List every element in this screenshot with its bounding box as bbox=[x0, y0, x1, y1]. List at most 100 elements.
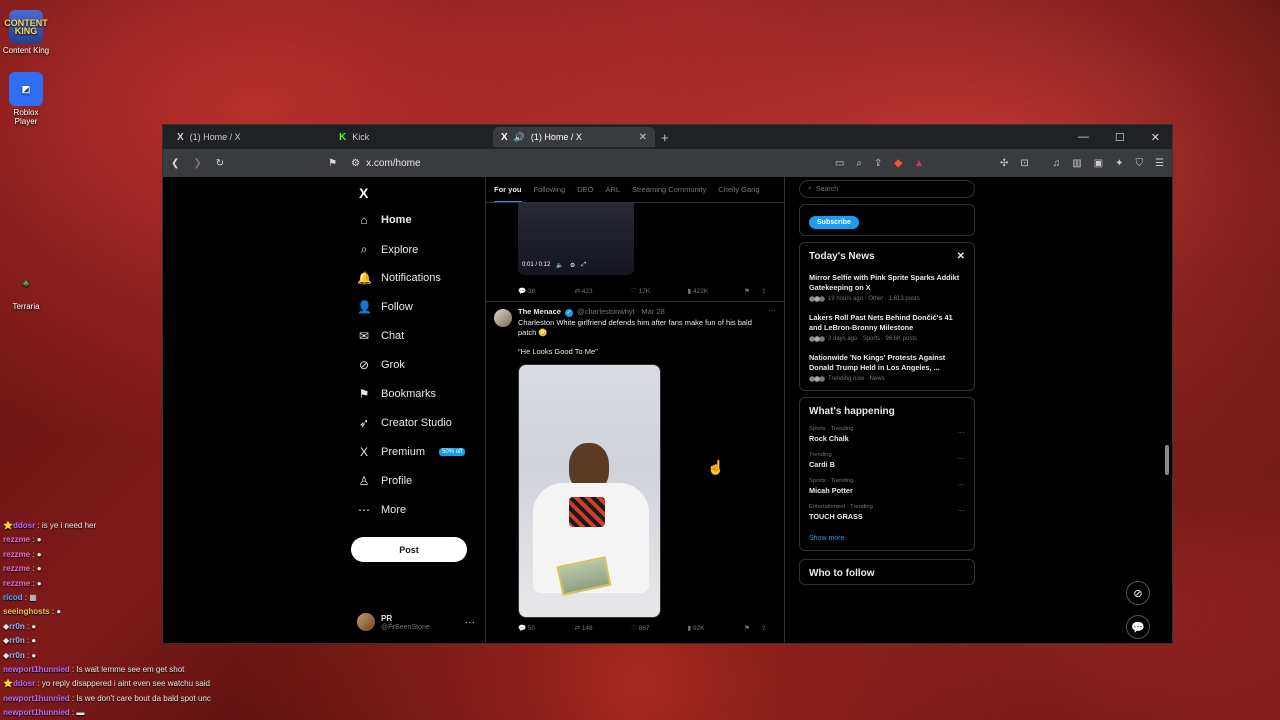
back-icon[interactable]: ❮ bbox=[171, 158, 179, 169]
share-icon[interactable]: ⇪ bbox=[874, 158, 882, 169]
nav-follow[interactable]: 👤 Follow bbox=[357, 300, 413, 314]
chat-username[interactable]: rr0n bbox=[9, 622, 25, 631]
tab-arl[interactable]: ARL bbox=[605, 185, 620, 194]
browser-tab-kick[interactable]: K Kick bbox=[331, 127, 493, 147]
more-icon[interactable]: ··· bbox=[465, 617, 475, 628]
repost-button[interactable]: ⇄ 148 bbox=[575, 624, 632, 632]
leo-ai-icon[interactable]: ✦ bbox=[1115, 158, 1123, 169]
bookmark-icon[interactable]: ⚑ bbox=[744, 287, 761, 295]
tab-following[interactable]: Following bbox=[534, 185, 566, 194]
more-icon[interactable]: ··· bbox=[957, 480, 965, 489]
scrollbar[interactable] bbox=[1164, 177, 1170, 643]
desktop-icon-terraria[interactable]: ♣ Terraria bbox=[2, 266, 50, 311]
more-icon[interactable]: ··· bbox=[768, 306, 776, 315]
tab-chelly-gang[interactable]: Chelly Gang bbox=[718, 185, 759, 194]
messages-button[interactable]: 💬 bbox=[1126, 615, 1150, 639]
news-item[interactable]: Nationwide 'No Kings' Protests Against D… bbox=[809, 353, 965, 382]
chat-username[interactable]: newport1hunnied bbox=[3, 708, 70, 717]
volume-icon[interactable]: 🔈 bbox=[556, 262, 563, 269]
nav-premium[interactable]: X Premium 50% off bbox=[357, 445, 466, 459]
chat-username[interactable]: rezzme bbox=[3, 550, 30, 559]
fullscreen-icon[interactable]: ⤢ bbox=[581, 262, 586, 269]
extensions-icon[interactable]: ✣ bbox=[1000, 158, 1008, 169]
site-info-icon[interactable]: ⚙ bbox=[351, 158, 360, 169]
tweet-author[interactable]: The Menace bbox=[518, 307, 561, 316]
chat-username[interactable]: ddosr bbox=[13, 679, 35, 688]
sidebar-icon[interactable]: ▥ bbox=[1072, 158, 1081, 169]
views-button[interactable]: ▮ 92K bbox=[688, 624, 745, 632]
chat-username[interactable]: rr0n bbox=[9, 636, 25, 645]
reload-icon[interactable]: ↻ bbox=[216, 158, 224, 169]
nav-notifications[interactable]: 🔔 Notifications bbox=[357, 271, 441, 285]
tweet-video[interactable] bbox=[518, 364, 661, 618]
tab-for-you[interactable]: For you bbox=[494, 185, 522, 202]
trend-item[interactable]: Trending Cardi B ··· bbox=[809, 452, 965, 469]
chat-username[interactable]: newport1hunnied bbox=[3, 694, 70, 703]
nav-more[interactable]: ⋯ More bbox=[357, 503, 406, 517]
desktop-icon-content-king[interactable]: CONTENT KING Content King bbox=[2, 10, 50, 55]
brave-shields-icon[interactable]: ◆ bbox=[894, 158, 902, 169]
nav-grok[interactable]: ⊘ Grok bbox=[357, 358, 405, 372]
new-tab-button[interactable]: + bbox=[661, 130, 669, 145]
embedded-video[interactable]: 0:01 / 0:12 🔈 ⚙ ⤢ bbox=[518, 203, 634, 275]
like-button[interactable]: ♡ 867 bbox=[631, 624, 688, 632]
url-field[interactable]: ⚙ x.com/home bbox=[351, 158, 420, 169]
settings-icon[interactable]: ⚙ bbox=[570, 262, 575, 269]
show-more-link[interactable]: Show more bbox=[809, 535, 965, 542]
chat-username[interactable]: rezzme bbox=[3, 579, 30, 588]
screenshot-icon[interactable]: ⊡ bbox=[1020, 158, 1028, 169]
reply-button[interactable]: 💬 50 bbox=[518, 624, 575, 632]
more-icon[interactable]: ··· bbox=[957, 428, 965, 437]
views-button[interactable]: ▮ 422K bbox=[688, 287, 745, 295]
like-button[interactable]: ♡ 17K bbox=[631, 287, 688, 295]
tab-streaming-community[interactable]: Streaming Community bbox=[632, 185, 706, 194]
trend-item[interactable]: Entertainment · Trending TOUCH GRASS ··· bbox=[809, 504, 965, 521]
forward-icon[interactable]: ❯ bbox=[193, 158, 201, 169]
chat-username[interactable]: ricod bbox=[3, 593, 23, 602]
brave-rewards-icon[interactable]: ▲ bbox=[914, 158, 924, 169]
more-icon[interactable]: ··· bbox=[957, 454, 965, 463]
nav-chat[interactable]: ✉ Chat bbox=[357, 329, 404, 343]
maximize-button[interactable]: ☐ bbox=[1115, 131, 1125, 144]
reply-button[interactable]: 💬 38 bbox=[518, 287, 575, 295]
browser-tab-x-home-active[interactable]: X 🔊 (1) Home / X ✕ bbox=[493, 127, 655, 147]
trend-item[interactable]: Sports · Trending Micah Potter ··· bbox=[809, 478, 965, 495]
scrollbar-thumb[interactable] bbox=[1165, 445, 1169, 475]
search-input[interactable]: ⌕ Search bbox=[799, 180, 975, 198]
browser-tab-x-home-1[interactable]: X (1) Home / X bbox=[169, 127, 331, 147]
cast-icon[interactable]: ▭ bbox=[835, 158, 844, 169]
chat-username[interactable]: rr0n bbox=[9, 651, 25, 660]
chat-username[interactable]: ddosr bbox=[13, 521, 35, 530]
tab-deo[interactable]: DEO bbox=[577, 185, 593, 194]
tweet-handle[interactable]: @charlestonwhyt · Mar 28 bbox=[577, 307, 665, 316]
post-button[interactable]: Post bbox=[351, 537, 467, 562]
speaker-icon[interactable]: 🔊 bbox=[514, 132, 525, 143]
chat-username[interactable]: rezzme bbox=[3, 564, 30, 573]
subscribe-button[interactable]: Subscribe bbox=[809, 216, 859, 229]
nav-explore[interactable]: ⌕ Explore bbox=[357, 242, 419, 257]
wallet-icon[interactable]: ▣ bbox=[1094, 158, 1103, 169]
close-icon[interactable]: ✕ bbox=[957, 251, 965, 262]
trend-item[interactable]: Sports · Trending Rock Chalk ··· bbox=[809, 426, 965, 443]
chat-username[interactable]: rezzme bbox=[3, 535, 30, 544]
desktop-icon-roblox[interactable]: ◩ Roblox Player bbox=[2, 72, 50, 126]
chat-username[interactable]: newport1hunnied bbox=[3, 665, 70, 674]
share-icon[interactable]: ⇪ bbox=[761, 287, 778, 295]
close-window-button[interactable]: ✕ bbox=[1151, 131, 1160, 144]
close-tab-icon[interactable]: ✕ bbox=[639, 132, 647, 143]
more-icon[interactable]: ··· bbox=[957, 506, 965, 515]
news-item[interactable]: Lakers Roll Past Nets Behind Dončić's 41… bbox=[809, 313, 965, 342]
chat-username[interactable]: seeinghosts bbox=[3, 607, 50, 616]
account-switcher[interactable]: PR @PrBeenStone ··· bbox=[357, 613, 475, 631]
repost-button[interactable]: ⇄ 423 bbox=[575, 287, 632, 295]
zoom-icon[interactable]: ⌕ bbox=[856, 158, 862, 169]
nav-profile[interactable]: ♙ Profile bbox=[357, 474, 413, 488]
nav-bookmarks[interactable]: ⚑ Bookmarks bbox=[357, 387, 436, 401]
news-item[interactable]: Mirror Selfie with Pink Sprite Sparks Ad… bbox=[809, 273, 965, 302]
menu-icon[interactable]: ☰ bbox=[1155, 158, 1164, 169]
avatar[interactable] bbox=[494, 309, 512, 327]
share-icon[interactable]: ⇪ bbox=[761, 624, 778, 632]
x-logo-icon[interactable]: X bbox=[359, 185, 368, 201]
bookmark-icon[interactable]: ⚑ bbox=[328, 158, 337, 169]
grok-button[interactable]: ⊘ bbox=[1126, 581, 1150, 605]
